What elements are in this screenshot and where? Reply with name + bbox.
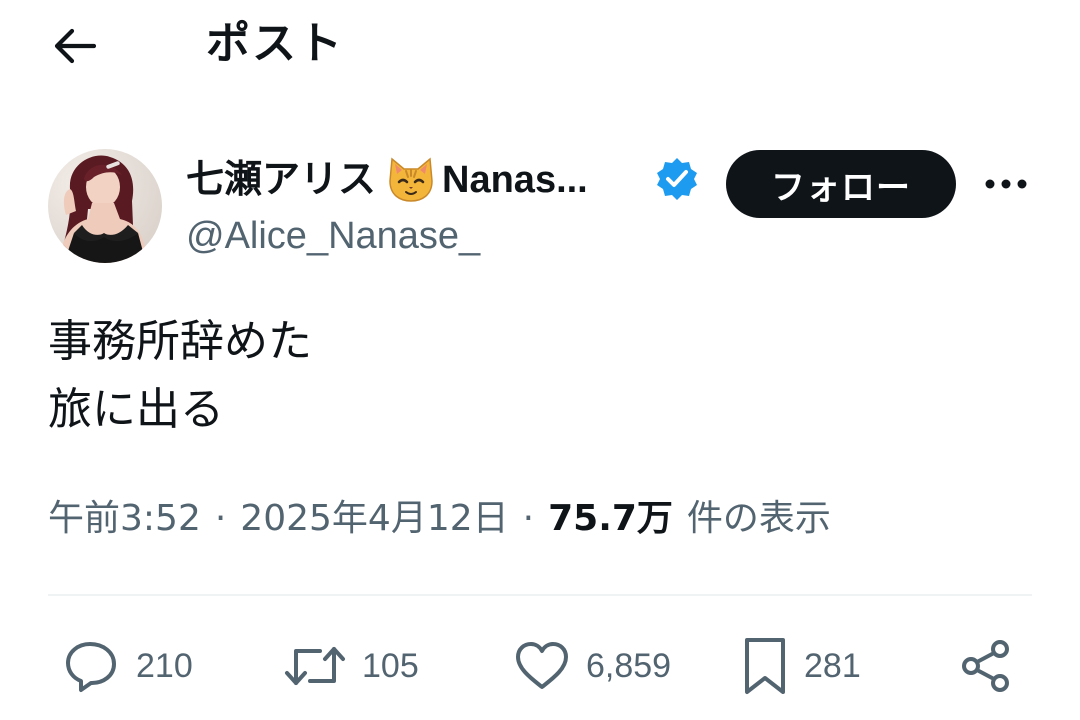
more-options-button[interactable] — [980, 160, 1032, 208]
author-name-row: 七瀬アリス Nanas... — [186, 150, 588, 208]
bookmark-button[interactable]: 281 — [742, 630, 861, 702]
repost-button[interactable]: 105 — [284, 630, 419, 702]
arrow-left-icon — [54, 28, 96, 64]
author-display-name[interactable]: 七瀬アリス — [186, 150, 376, 208]
back-button[interactable] — [48, 22, 100, 70]
post-meta: 午前3:52 · 2025年4月12日 · 75.7万 件の表示 — [48, 494, 831, 544]
meta-separator: · — [522, 498, 535, 539]
author-display-name-latin[interactable]: Nanas... — [442, 150, 588, 209]
post-text-line: 事務所辞めた — [48, 316, 312, 367]
follow-button[interactable]: フォロー — [726, 150, 956, 218]
author-handle[interactable]: @Alice_Nanase_ — [186, 212, 480, 260]
post-time[interactable]: 午前3:52 — [48, 494, 201, 544]
share-button[interactable] — [958, 630, 1014, 702]
meta-separator: · — [214, 498, 227, 539]
more-horizontal-icon — [985, 179, 1027, 189]
reply-icon — [66, 642, 116, 692]
share-icon — [962, 640, 1009, 692]
repost-count: 105 — [362, 646, 419, 685]
verified-badge-icon[interactable] — [654, 156, 700, 202]
repost-icon — [285, 647, 345, 685]
cat-face-emoji-icon — [386, 155, 436, 203]
bookmark-count: 281 — [804, 646, 861, 685]
views-label: 件の表示 — [686, 498, 831, 539]
like-count: 6,859 — [586, 646, 672, 685]
reply-count: 210 — [136, 646, 193, 685]
reply-button[interactable]: 210 — [64, 630, 193, 702]
post-text-line: 旅に出る — [48, 384, 224, 435]
post-text: 事務所辞めた 旅に出る — [48, 308, 312, 444]
views-count: 75.7万 — [548, 498, 673, 539]
action-bar: 210 105 6,859 281 — [48, 630, 1032, 702]
bookmark-icon — [745, 638, 785, 694]
page-title: ポスト — [206, 18, 344, 69]
like-button[interactable]: 6,859 — [514, 630, 671, 702]
top-bar: ポスト — [0, 0, 1080, 90]
display-name-latin: Nanas... — [442, 158, 588, 201]
heart-icon — [516, 642, 568, 689]
divider — [48, 594, 1032, 596]
avatar[interactable] — [48, 149, 162, 263]
display-name-jp: 七瀬アリス — [186, 157, 377, 201]
profile-photo — [48, 149, 162, 263]
post-date[interactable]: 2025年4月12日 — [240, 494, 508, 544]
